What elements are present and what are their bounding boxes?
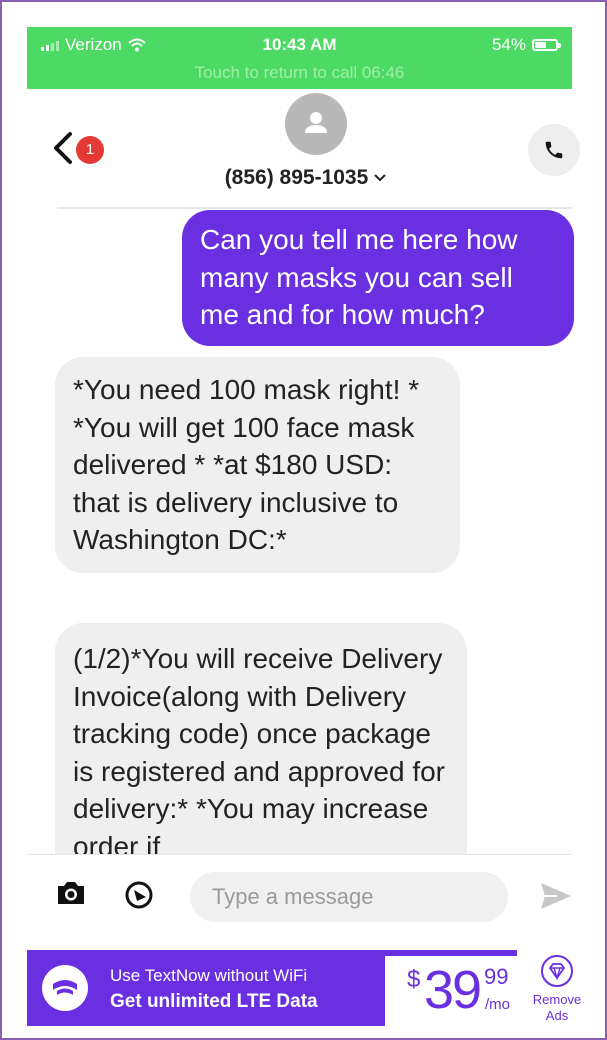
camera-button[interactable] [55, 879, 87, 912]
chevron-down-icon [374, 174, 387, 182]
battery-icon [532, 39, 561, 51]
price-amount: 39 [424, 960, 482, 1020]
price-cents: 99 [484, 964, 509, 989]
camera-icon [58, 882, 84, 904]
call-banner[interactable]: Touch to return to call 06:46 [27, 63, 572, 83]
phone-screen: Verizon 10:43 AM 54% Touch to return to … [0, 0, 607, 1040]
battery-group: 54% [491, 35, 561, 55]
contact-name[interactable]: (856) 895-1035 [2, 166, 605, 190]
price-period: /mo [485, 996, 511, 1013]
textnow-logo-icon [42, 965, 88, 1011]
message-incoming[interactable]: *You need 100 mask right! * *You will ge… [55, 357, 460, 573]
remove-ads-button[interactable]: Remove Ads [524, 954, 590, 1024]
sticker-button[interactable] [124, 880, 154, 915]
ad-price: $ 39 99 /mo [385, 956, 517, 1026]
unread-badge: 1 [76, 136, 104, 164]
diamond-icon [541, 955, 573, 987]
person-icon [305, 112, 327, 133]
price-currency: $ [407, 966, 421, 993]
message-list[interactable]: Can you tell me here how many masks you … [2, 209, 605, 854]
contact-number: (856) 895-1035 [224, 166, 369, 189]
sticker-icon [125, 881, 153, 909]
remove-ads-label: Remove Ads [532, 992, 582, 1023]
back-button[interactable]: 1 [50, 130, 110, 170]
ad-headline: Use TextNow without WiFi [110, 966, 308, 985]
send-icon [541, 883, 571, 909]
ad-banner[interactable]: Use TextNow without WiFi Get unlimited L… [27, 950, 517, 1026]
call-button[interactable] [528, 124, 580, 176]
status-bar[interactable]: Verizon 10:43 AM 54% Touch to return to … [27, 27, 572, 89]
battery-percent: 54% [491, 35, 526, 54]
message-outgoing[interactable]: Can you tell me here how many masks you … [182, 210, 574, 346]
phone-icon [545, 141, 563, 159]
message-incoming[interactable]: (1/2)*You will receive Delivery Invoice(… [55, 623, 467, 854]
composer-divider [27, 854, 572, 855]
send-button[interactable] [539, 881, 573, 916]
message-input[interactable] [190, 872, 508, 922]
chevron-left-icon [54, 132, 72, 164]
ad-subheadline: Get unlimited LTE Data [110, 991, 318, 1012]
avatar[interactable] [285, 93, 347, 155]
clock: 10:43 AM [262, 35, 337, 54]
